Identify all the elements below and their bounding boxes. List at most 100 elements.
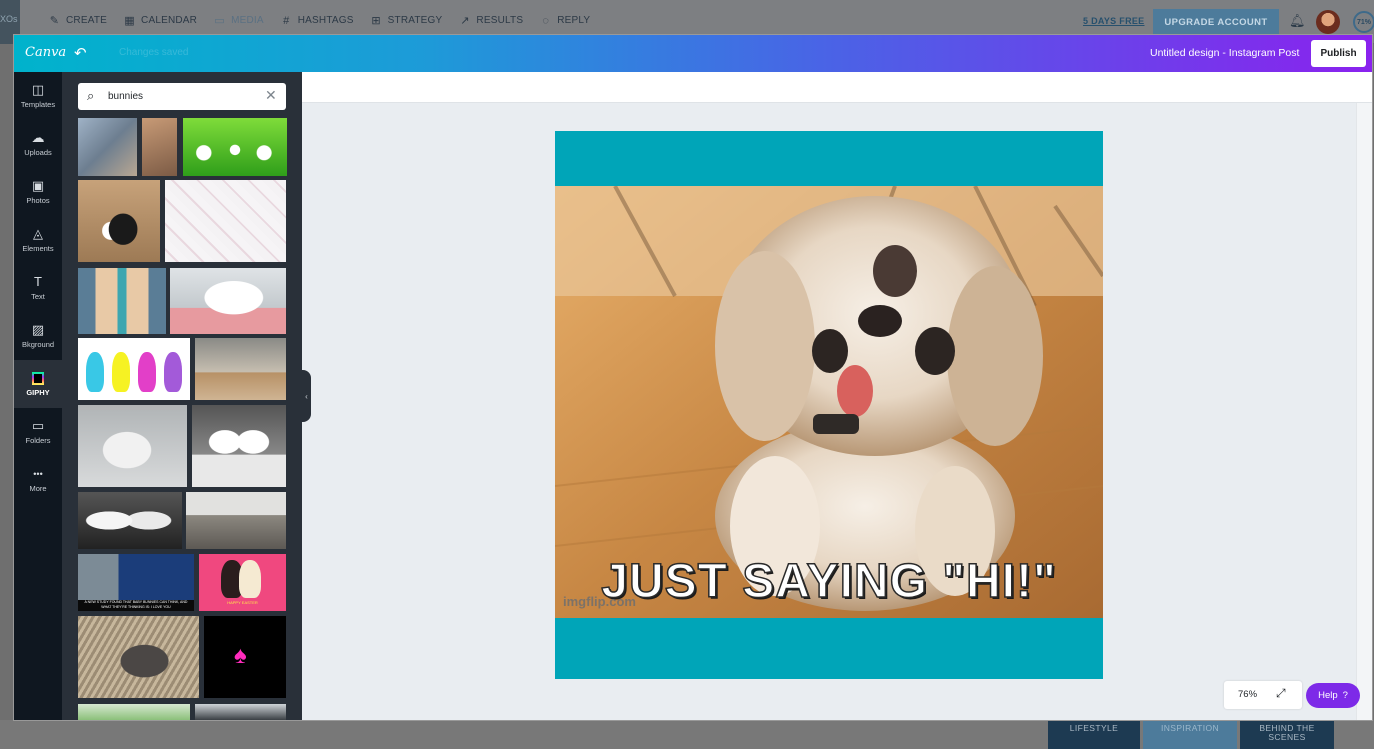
- tile-behind-the-scenes[interactable]: BEHIND THE SCENES: [1240, 720, 1334, 749]
- nav-media-label: MEDIA: [231, 15, 264, 26]
- gif-thumbnail[interactable]: [195, 704, 286, 720]
- bunny-silhouette: [239, 560, 261, 598]
- text-t-icon: T: [34, 274, 42, 289]
- sidebar-item-label: GIPHY: [26, 387, 50, 397]
- giphy-icon: [32, 371, 44, 385]
- gif-thumbnail[interactable]: [186, 492, 286, 549]
- sidebar-item-label: Bkground: [21, 340, 55, 349]
- nav-results[interactable]: ↗ RESULTS: [458, 14, 523, 27]
- grid-icon: ⊞: [371, 15, 381, 27]
- gif-thumbnail[interactable]: [78, 492, 182, 549]
- gif-thumbnail[interactable]: [78, 268, 166, 334]
- sidebar-item-label: Templates: [20, 100, 56, 109]
- nav-calendar[interactable]: ▦ CALENDAR: [123, 14, 197, 27]
- templates-icon: ◫: [31, 82, 45, 97]
- sidebar-item-templates[interactable]: ◫ Templates: [14, 72, 62, 120]
- sidebar-item-giphy[interactable]: GIPHY: [14, 360, 62, 408]
- expand-icon[interactable]: ⤢: [1276, 686, 1286, 701]
- sidebar-item-uploads[interactable]: ☁ Uploads: [14, 120, 62, 168]
- avatar[interactable]: [1316, 10, 1340, 34]
- giphy-search-input[interactable]: [108, 89, 258, 104]
- clear-search-icon[interactable]: ✕: [265, 87, 277, 104]
- thumbnail-caption: A NEW STUDY FOUND THAT BABY BUNNIES CAN …: [78, 600, 194, 611]
- days-free-link[interactable]: 5 DAYS FREE: [1083, 16, 1145, 26]
- nav-results-label: RESULTS: [476, 15, 524, 26]
- gif-caption-text: JUST SAYING "HI!": [601, 554, 1057, 609]
- nav-reply[interactable]: ◌ REPLY: [539, 14, 590, 27]
- upgrade-account-button[interactable]: UPGRADE ACCOUNT: [1153, 9, 1279, 35]
- zoom-control[interactable]: 76% ⤢: [1224, 681, 1302, 709]
- nav-media[interactable]: ▭ MEDIA: [213, 14, 264, 27]
- search-icon: ⌕: [87, 88, 95, 103]
- folder-icon: ▭: [31, 418, 45, 433]
- sidebar-item-photos[interactable]: ▣ Photos: [14, 168, 62, 216]
- sidebar-item-label: More: [29, 484, 47, 493]
- collapse-panel-handle[interactable]: ‹: [302, 370, 311, 422]
- gif-thumbnail[interactable]: [78, 616, 199, 698]
- image-icon: ▣: [31, 178, 45, 193]
- sidebar-item-label: Uploads: [24, 148, 52, 157]
- undo-icon[interactable]: ↶: [74, 44, 87, 62]
- gif-thumbnail[interactable]: [192, 405, 286, 487]
- editor-toolbar: [302, 72, 1372, 103]
- gif-thumbnail[interactable]: ♠: [204, 616, 286, 698]
- giphy-search-box[interactable]: ⌕ ✕: [78, 83, 286, 110]
- sidebar-item-elements[interactable]: ◬ Elements: [14, 216, 62, 264]
- giphy-panel: ⌕ ✕ A NEW STUDY FOUND THAT BABY BUNNIES …: [62, 72, 302, 720]
- help-button[interactable]: Help ?: [1306, 683, 1360, 708]
- folder-icon: ▭: [214, 15, 225, 27]
- nav-hashtags-label: HASHTAGS: [297, 15, 354, 26]
- thumbnail-caption: HAPPY EASTER: [227, 600, 258, 605]
- gif-thumbnail[interactable]: A NEW STUDY FOUND THAT BABY BUNNIES CAN …: [78, 554, 194, 611]
- design-page[interactable]: JUST SAYING "HI!" imgflip.com: [555, 131, 1103, 679]
- editor-sidebar: ◫ Templates ☁ Uploads ▣ Photos ◬ Element…: [14, 72, 62, 720]
- gif-thumbnail[interactable]: [78, 118, 137, 176]
- gif-thumbnail[interactable]: [195, 338, 286, 400]
- canva-logo[interactable]: Canva: [25, 45, 66, 60]
- canvas-gif[interactable]: JUST SAYING "HI!" imgflip.com: [555, 186, 1103, 618]
- canva-editor: Canva ↶ Changes saved Untitled design - …: [14, 35, 1372, 720]
- gif-thumbnail[interactable]: [78, 704, 190, 720]
- gif-thumbnail[interactable]: [78, 180, 160, 262]
- profile-progress-ring[interactable]: 71%: [1353, 11, 1374, 33]
- gif-thumbnail[interactable]: [170, 268, 286, 334]
- nav-reply-label: REPLY: [557, 15, 591, 26]
- nav-hashtags[interactable]: # HASHTAGS: [280, 14, 354, 27]
- nav-calendar-label: CALENDAR: [141, 15, 198, 26]
- gif-thumbnail[interactable]: [78, 338, 190, 400]
- gif-thumbnail[interactable]: [183, 118, 287, 176]
- save-status: Changes saved: [119, 47, 189, 58]
- background-stripes-icon: ▨: [31, 322, 45, 337]
- gif-thumbnail[interactable]: [165, 180, 286, 262]
- bell-icon[interactable]: 🔔︎: [1289, 13, 1306, 29]
- help-label: Help: [1318, 690, 1338, 701]
- gif-thumbnail[interactable]: HAPPY EASTER: [199, 554, 286, 611]
- nav-strategy[interactable]: ⊞ STRATEGY: [370, 14, 443, 27]
- sidebar-item-text[interactable]: T Text: [14, 264, 62, 312]
- nav-create-label: CREATE: [66, 15, 108, 26]
- sidebar-item-more[interactable]: ••• More: [14, 456, 62, 504]
- sidebar-item-label: Text: [31, 292, 45, 301]
- playboy-bunny-icon: ♠: [234, 642, 247, 669]
- bunny-shape: [164, 352, 182, 392]
- host-menu: ✎ CREATE ▦ CALENDAR ▭ MEDIA # HASHTAGS ⊞…: [48, 14, 590, 28]
- sidebar-item-label: Elements: [22, 244, 54, 253]
- publish-button[interactable]: Publish: [1311, 40, 1366, 67]
- tile-lifestyle[interactable]: LIFESTYLE: [1048, 720, 1140, 749]
- gif-watermark: imgflip.com: [563, 594, 636, 609]
- canva-header: Canva ↶ Changes saved Untitled design - …: [14, 35, 1372, 72]
- sidebar-item-label: Photos: [26, 196, 50, 205]
- design-title[interactable]: Untitled design - Instagram Post: [1150, 47, 1299, 59]
- gif-thumbnail[interactable]: [78, 405, 187, 487]
- calendar-icon: ▦: [124, 15, 135, 27]
- bunny-shape: [112, 352, 130, 392]
- nav-strategy-label: STRATEGY: [387, 15, 443, 26]
- zoom-value[interactable]: 76%: [1238, 689, 1257, 700]
- gif-thumbnail[interactable]: [142, 118, 177, 176]
- sidebar-item-background[interactable]: ▨ Bkground: [14, 312, 62, 360]
- chat-bubble-icon: ◌: [542, 14, 550, 27]
- sidebar-item-folders[interactable]: ▭ Folders: [14, 408, 62, 456]
- nav-create[interactable]: ✎ CREATE: [48, 14, 107, 27]
- workspace-scrollbar[interactable]: [1356, 103, 1372, 720]
- tile-inspiration[interactable]: INSPIRATION: [1143, 720, 1237, 749]
